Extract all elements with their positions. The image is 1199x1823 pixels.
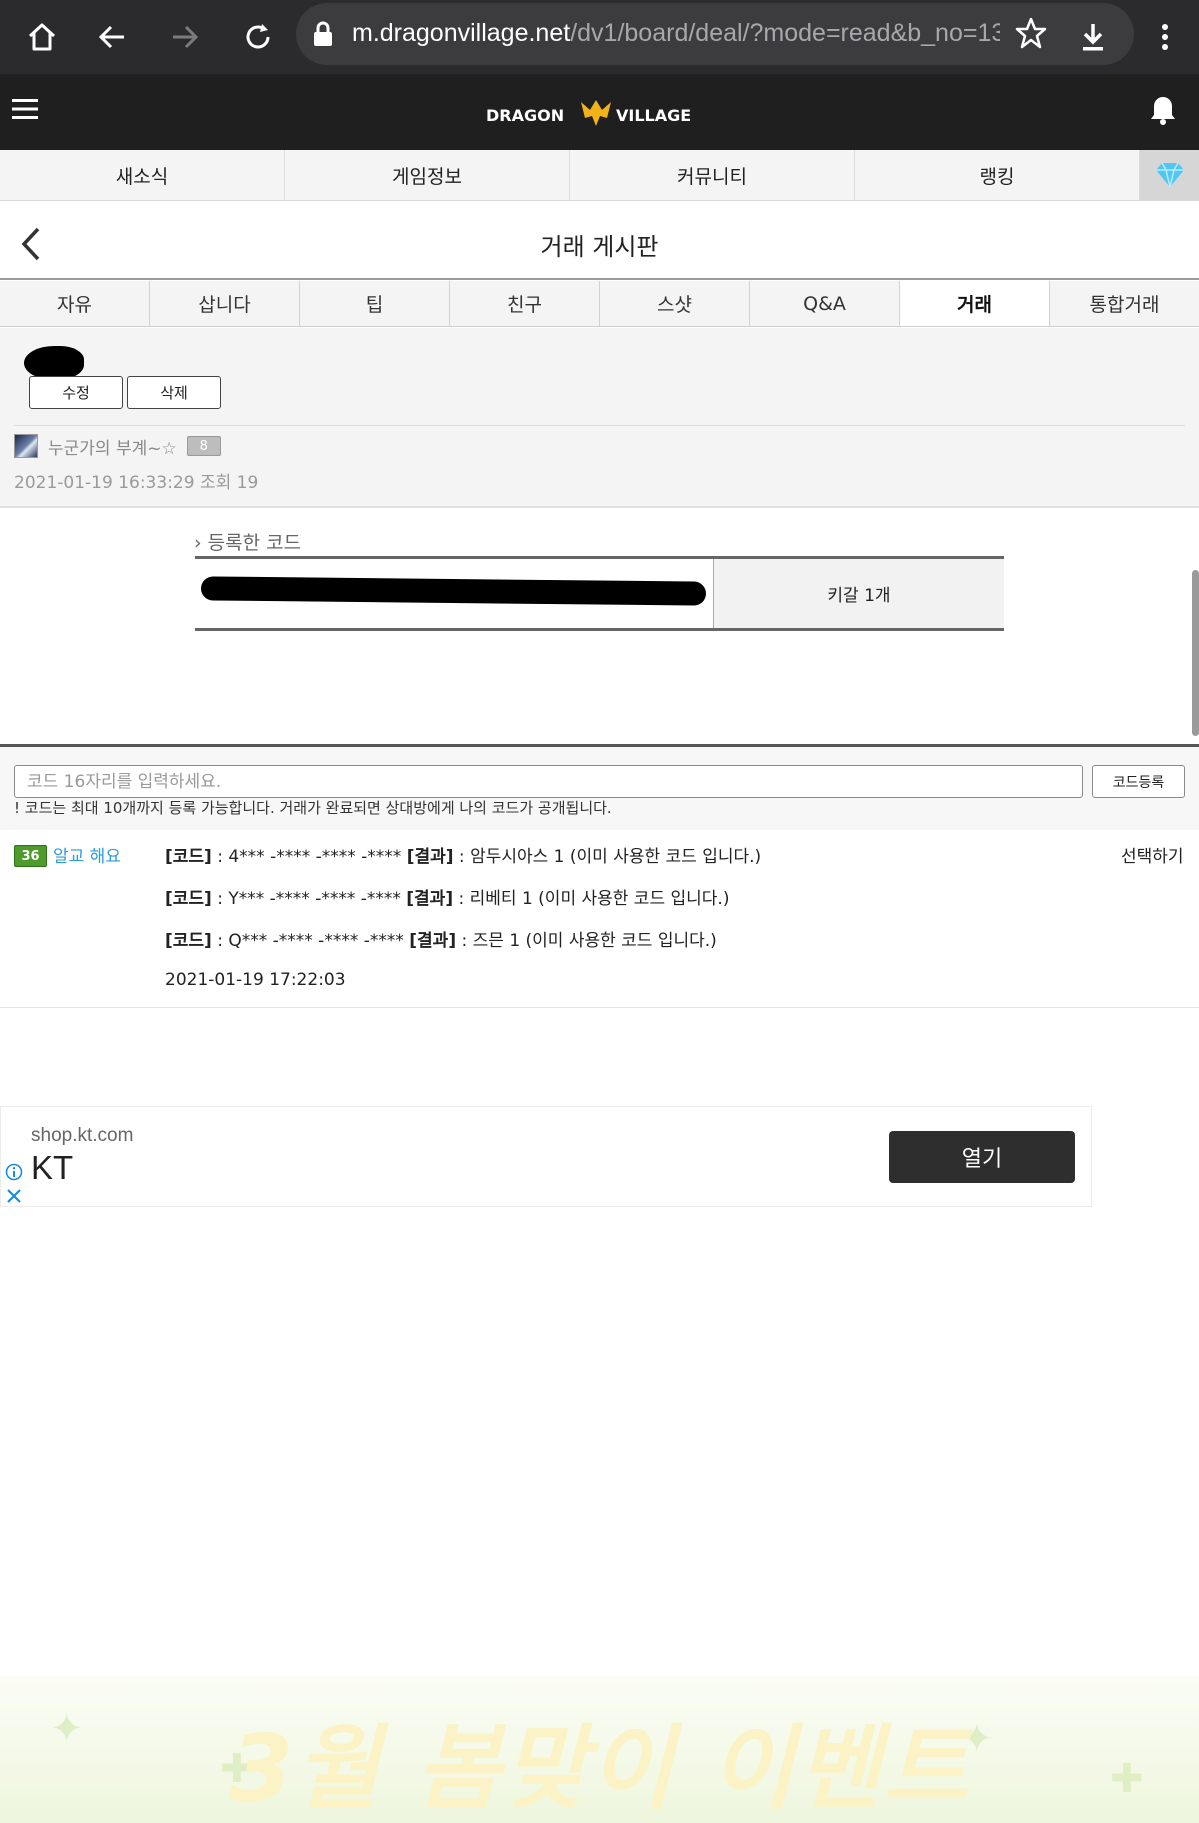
logo-text-right: VILLAGE (616, 106, 691, 125)
ad-name: KT (31, 1149, 74, 1186)
address-bar[interactable]: m.dragonvillage.net/dv1/board/deal/?mode… (296, 3, 1134, 65)
board-tabs: 자유 삽니다 팁 친구 스샷 Q&A 거래 통합거래 (0, 281, 1199, 327)
code-register-button[interactable]: 코드등록 (1092, 765, 1185, 798)
nav-ranking[interactable]: 랭킹 (855, 150, 1140, 200)
hamburger-menu-icon[interactable] (10, 94, 50, 130)
download-icon[interactable] (1068, 12, 1118, 62)
tab-integrated-deal[interactable]: 통합거래 (1050, 281, 1199, 326)
nav-community[interactable]: 커뮤니티 (570, 150, 855, 200)
reply-level-badge: 36 (14, 845, 47, 867)
reply-code-line: [코드] : Q*** -**** -**** -**** [결과] : 즈믄 … (165, 931, 717, 951)
tab-screenshot[interactable]: 스샷 (600, 281, 750, 326)
code-input-note: ! 코드는 최대 10개까지 등록 가능합니다. 거래가 완료되면 상대방에게 … (14, 799, 612, 817)
reply-code-line: [코드] : 4*** -**** -**** -**** [결과] : 암두시… (165, 847, 762, 867)
info-icon[interactable] (5, 1163, 23, 1185)
home-icon[interactable] (17, 12, 67, 62)
author-info: 누군가의 부계~☆ 8 (14, 432, 221, 460)
avatar (14, 434, 38, 458)
bell-notification-icon[interactable] (1148, 94, 1182, 130)
main-navigation: 새소식 게임정보 커뮤니티 랭킹 (0, 150, 1199, 201)
code-reward: 키갈 1개 (714, 559, 1004, 628)
tab-tip[interactable]: 팁 (300, 281, 450, 326)
tab-deal[interactable]: 거래 (900, 281, 1050, 326)
event-banner[interactable]: ✦ ✚ ✦ ✚ 3월 봄맞이 이벤트 (0, 1676, 1199, 1823)
level-badge: 8 (186, 436, 221, 456)
tab-free[interactable]: 자유 (0, 281, 150, 326)
board-header: 거래 게시판 (0, 201, 1199, 280)
select-button[interactable]: 선택하기 (1121, 842, 1184, 867)
dragon-village-logo[interactable]: DRAGON VILLAGE (486, 96, 716, 130)
registered-code-label: › 등록한 코드 (194, 532, 302, 554)
forward-arrow-icon[interactable] (160, 12, 210, 62)
code-input-area: 코드등록 ! 코드는 최대 10개까지 등록 가능합니다. 거래가 완료되면 상… (0, 744, 1199, 830)
redacted-title (24, 346, 84, 380)
reply-author[interactable]: 알교 해요 (53, 842, 121, 867)
ad-domain: shop.kt.com (31, 1125, 134, 1146)
page-title: 거래 게시판 (540, 233, 659, 261)
browser-toolbar: m.dragonvillage.net/dv1/board/deal/?mode… (0, 0, 1199, 74)
delete-button[interactable]: 삭제 (127, 376, 221, 409)
diamond-icon[interactable] (1140, 150, 1199, 200)
redacted-code (195, 559, 714, 628)
close-icon[interactable] (5, 1187, 23, 1209)
post-header: 수정 삭제 누군가의 부계~☆ 8 2021-01-19 16:33:29 조회… (0, 328, 1199, 508)
url-text: m.dragonvillage.net/dv1/board/deal/?mode… (352, 19, 1000, 47)
tab-qna[interactable]: Q&A (750, 281, 900, 326)
edit-button[interactable]: 수정 (29, 376, 123, 409)
logo-text-left: DRAGON (486, 106, 564, 125)
reply-item: 36 알교 해요 선택하기 [코드] : 4*** -**** -**** -*… (0, 830, 1199, 1008)
star-bookmark-icon[interactable] (1014, 16, 1048, 54)
divider (14, 425, 1185, 426)
lock-icon (312, 20, 334, 52)
ad-open-button[interactable]: 열기 (889, 1131, 1075, 1183)
reply-code-line: [코드] : Y*** -**** -**** -**** [결과] : 리베티… (165, 889, 730, 909)
ad-banner[interactable]: shop.kt.com KT 열기 (0, 1106, 1092, 1207)
code-input[interactable] (14, 765, 1083, 798)
site-header: DRAGON VILLAGE (0, 74, 1199, 150)
nav-game-info[interactable]: 게임정보 (285, 150, 570, 200)
reply-date: 2021-01-19 17:22:03 (165, 970, 346, 990)
author-name[interactable]: 누군가의 부계~☆ (48, 434, 177, 459)
event-banner-text: 3월 봄맞이 이벤트 (229, 1715, 970, 1822)
tab-friend[interactable]: 친구 (450, 281, 600, 326)
registered-code-table: 키갈 1개 (195, 556, 1004, 631)
scrollbar[interactable] (1192, 570, 1199, 736)
post-date-views: 2021-01-19 16:33:29 조회 19 (14, 473, 259, 493)
more-vert-icon[interactable] (1140, 12, 1190, 62)
tab-buy[interactable]: 삽니다 (150, 281, 300, 326)
nav-news[interactable]: 새소식 (0, 150, 285, 200)
reload-icon[interactable] (233, 12, 283, 62)
back-arrow-icon[interactable] (87, 12, 137, 62)
